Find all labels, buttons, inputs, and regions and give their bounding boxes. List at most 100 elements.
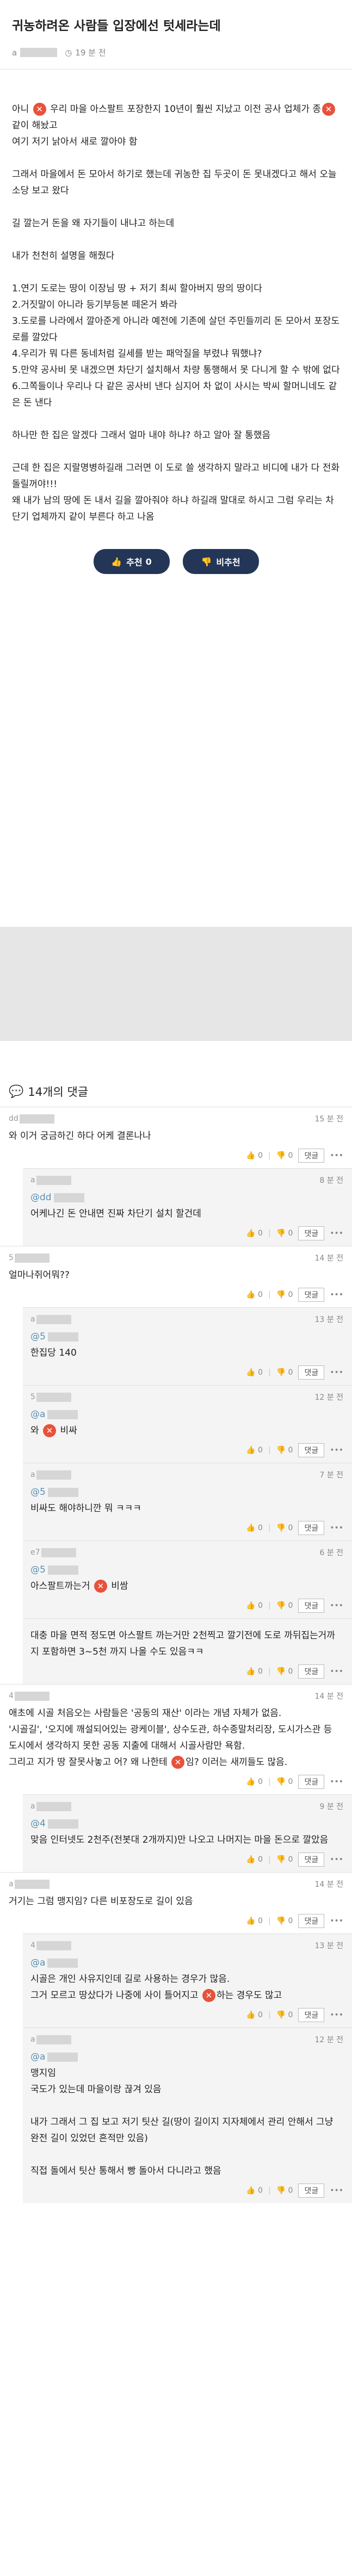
reply-button[interactable]: 댓글: [298, 1226, 325, 1240]
more-options-icon[interactable]: •••: [330, 1151, 343, 1160]
mention-tag[interactable]: @a: [30, 1955, 84, 1971]
comment-author[interactable]: a: [9, 1879, 50, 1889]
reply-button[interactable]: 댓글: [298, 1599, 325, 1613]
mention-tag[interactable]: @5: [30, 1484, 85, 1500]
like-button[interactable]: 👍 0: [246, 1446, 263, 1455]
upvote-button[interactable]: 👍 추천 0: [93, 549, 170, 574]
like-button[interactable]: 👍 0: [246, 1917, 263, 1925]
comment-author[interactable]: a: [30, 1175, 71, 1185]
separator: |: [268, 1777, 271, 1786]
comment-time: 15 분 전: [314, 1115, 343, 1124]
comment-line: 맞음 인터넷도 2천주(전봇대 2개까지)만 나오고 나머지는 마을 돈으로 깔…: [30, 1832, 343, 1848]
mention-tag[interactable]: @a: [30, 2049, 84, 2065]
like-button[interactable]: 👍 0: [246, 1855, 263, 1864]
thumbs-up-icon: 👍: [111, 556, 122, 567]
comment: dd 15 분 전와 이거 궁금하긴 하다 어케 결론나나 👍 0 | 👎 0 댓글 •••: [0, 1107, 352, 1168]
more-options-icon[interactable]: •••: [330, 1524, 343, 1532]
author-initial: a: [30, 1176, 35, 1184]
dislike-button[interactable]: 👎 0: [276, 1777, 293, 1786]
comment-author[interactable]: a: [30, 2035, 71, 2044]
dislike-button[interactable]: 👎 0: [276, 1368, 293, 1377]
downvote-label: 비추천: [216, 557, 240, 567]
dislike-button[interactable]: 👎 0: [276, 2011, 293, 2019]
like-button[interactable]: 👍 0: [246, 1777, 263, 1786]
mention-masked: [53, 1193, 84, 1202]
dislike-button[interactable]: 👎 0: [276, 1855, 293, 1864]
dislike-button[interactable]: 👎 0: [276, 1151, 293, 1160]
text-fragment: 어케나긴 돈 안내면 진짜 차단기 설치 할건데: [30, 1208, 201, 1219]
author-name-masked[interactable]: [20, 48, 58, 57]
more-options-icon[interactable]: •••: [330, 1667, 343, 1676]
post-paragraph: 2.거짓말이 아니라 등기부등본 떼온거 봐라: [12, 297, 340, 313]
comment-author[interactable]: 4: [9, 1691, 50, 1701]
reply-button[interactable]: 댓글: [298, 1149, 325, 1163]
comment: a 14 분 전 거기는 그럼 맹지임? 다른 비포장도로 길이 있음 👍 0 | 👎 0…: [0, 1872, 352, 1933]
comment-meta: e7 6 분 전: [30, 1546, 343, 1558]
mention-tag[interactable]: @5: [30, 1562, 85, 1578]
reply-button[interactable]: 댓글: [298, 1521, 325, 1535]
mention-tag[interactable]: @4: [30, 1816, 85, 1832]
downvote-button[interactable]: 👎 비추천: [182, 549, 259, 574]
like-button[interactable]: 👍 0: [246, 1151, 263, 1160]
comment-author[interactable]: a: [30, 1470, 71, 1480]
dislike-button[interactable]: 👎 0: [276, 1290, 293, 1299]
like-button[interactable]: 👍 0: [246, 1229, 263, 1238]
comment-author[interactable]: e7: [30, 1548, 76, 1557]
mention-tag[interactable]: @5: [30, 1328, 85, 1345]
like-button[interactable]: 👍 0: [246, 1524, 263, 1532]
more-options-icon[interactable]: •••: [330, 1290, 343, 1299]
more-options-icon[interactable]: •••: [330, 1777, 343, 1786]
like-button[interactable]: 👍 0: [246, 1368, 263, 1377]
text-fragment: 와 이거 궁금하긴 하다 어케 결론나나: [9, 1131, 151, 1142]
like-button[interactable]: 👍 0: [246, 1601, 263, 1610]
more-options-icon[interactable]: •••: [330, 2186, 343, 2195]
reply-button[interactable]: 댓글: [298, 2008, 325, 2022]
reply-button[interactable]: 댓글: [298, 1914, 325, 1928]
author-initial: a: [9, 1880, 14, 1888]
comment-author[interactable]: a: [30, 1801, 71, 1811]
text-fragment: 그리고 지가 땅 잘못사놓고 어? 왜 나한테: [9, 1757, 171, 1768]
reply-button[interactable]: 댓글: [298, 1288, 325, 1302]
more-options-icon[interactable]: •••: [330, 1229, 343, 1238]
dislike-button[interactable]: 👎 0: [276, 1667, 293, 1676]
comment-author[interactable]: a: [30, 1314, 71, 1324]
reply-button[interactable]: 댓글: [298, 1775, 325, 1789]
more-options-icon[interactable]: •••: [330, 1917, 343, 1925]
comment-author[interactable]: 4: [30, 1941, 71, 1950]
more-options-icon[interactable]: •••: [330, 1855, 343, 1864]
author-name-masked: [14, 1691, 50, 1701]
comment-meta: 5 12 분 전: [30, 1391, 343, 1403]
like-button[interactable]: 👍 0: [246, 2011, 263, 2019]
reply-button[interactable]: 댓글: [298, 1365, 325, 1380]
mention-text: @5: [30, 1331, 46, 1342]
dislike-button[interactable]: 👎 0: [276, 1524, 293, 1532]
post-paragraph: 5.만약 공사비 못 내겠으면 차단기 설치해서 차량 통행해서 못 다니게 할…: [12, 362, 340, 378]
mention-tag[interactable]: @a: [30, 1406, 84, 1423]
more-options-icon[interactable]: •••: [330, 1368, 343, 1377]
mention-tag[interactable]: @dd: [30, 1189, 91, 1206]
comment-author[interactable]: dd: [9, 1114, 54, 1124]
reply-button[interactable]: 댓글: [298, 1443, 325, 1457]
comment-time: 6 분 전: [319, 1549, 343, 1557]
dislike-button[interactable]: 👎 0: [276, 1446, 293, 1455]
reply-comment: 대충 마을 면적 정도면 아스팔트 까는거만 2천찍고 깔기전에 도로 까뒤집는…: [23, 1618, 352, 1684]
more-options-icon[interactable]: •••: [330, 2011, 343, 2019]
comment-time: 12 분 전: [314, 2036, 343, 2044]
reply-button[interactable]: 댓글: [298, 1853, 325, 1867]
dislike-button[interactable]: 👎 0: [276, 2186, 293, 2195]
reply-button[interactable]: 댓글: [298, 1664, 325, 1679]
like-button[interactable]: 👍 0: [246, 2186, 263, 2195]
like-button[interactable]: 👍 0: [246, 1290, 263, 1299]
comment-author[interactable]: 5: [9, 1253, 50, 1263]
comment-text: 대충 마을 면적 정도면 아스팔트 까는거만 2천찍고 깔기전에 도로 까뒤집는…: [30, 1627, 343, 1660]
more-options-icon[interactable]: •••: [330, 1601, 343, 1610]
reply-button[interactable]: 댓글: [298, 2184, 325, 2198]
dislike-button[interactable]: 👎 0: [276, 1917, 293, 1925]
like-button[interactable]: 👍 0: [246, 1667, 263, 1676]
comments-count: 14개의 댓글: [28, 1086, 89, 1099]
dislike-button[interactable]: 👎 0: [276, 1601, 293, 1610]
dislike-button[interactable]: 👎 0: [276, 1229, 293, 1238]
comment-author[interactable]: 5: [30, 1392, 71, 1402]
author-name-masked: [36, 2035, 71, 2044]
more-options-icon[interactable]: •••: [330, 1446, 343, 1455]
